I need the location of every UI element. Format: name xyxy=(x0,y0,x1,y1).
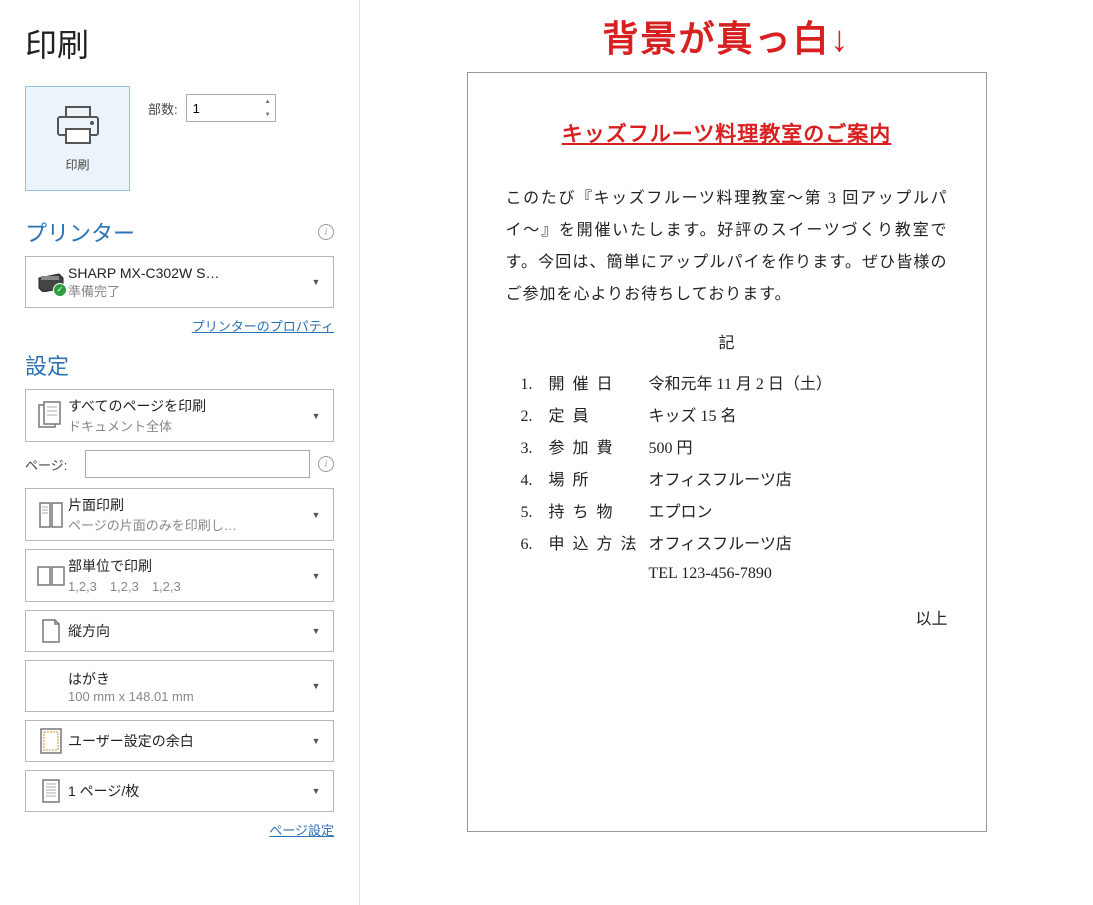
pages-icon xyxy=(34,401,68,431)
pages-label: ページ: xyxy=(25,455,77,474)
print-range-sub: ドキュメント全体 xyxy=(68,416,307,435)
print-range-main: すべてのページを印刷 xyxy=(68,396,307,416)
paper-sub: 100 mm x 148.01 mm xyxy=(68,689,307,704)
page-setup-link[interactable]: ページ設定 xyxy=(269,823,334,838)
printer-properties-link[interactable]: プリンターのプロパティ xyxy=(192,319,334,334)
printer-device-icon: ✓ xyxy=(37,270,65,295)
chevron-down-icon: ▼ xyxy=(307,411,325,421)
info-icon[interactable]: i xyxy=(318,224,334,240)
sides-selector[interactable]: 片面印刷 ページの片面のみを印刷し… ▼ xyxy=(25,488,334,541)
chevron-down-icon: ▼ xyxy=(307,786,325,796)
print-button-label: 印刷 xyxy=(65,156,89,173)
copies-label: 部数: xyxy=(148,99,178,118)
page-title: 印刷 xyxy=(25,20,334,66)
doc-list: 1.開催日令和元年 11 月 2 日（土）2.定員キッズ 15 名3.参加費50… xyxy=(521,369,948,561)
copies-down-button[interactable]: ▼ xyxy=(261,108,275,121)
pages-per-sheet-selector[interactable]: 1 ページ/枚 ▼ xyxy=(25,770,334,812)
annotation-text: 背景が真っ白↓ xyxy=(380,10,1073,62)
printer-status: 準備完了 xyxy=(68,281,307,300)
doc-list-item: 5.持ち物エプロン xyxy=(521,497,948,529)
paper-main: はがき xyxy=(68,669,307,689)
doc-list-item: 1.開催日令和元年 11 月 2 日（土） xyxy=(521,369,948,401)
collate-icon xyxy=(34,566,68,586)
doc-tel: TEL 123-456-7890 xyxy=(649,565,948,583)
pages-input[interactable] xyxy=(85,450,310,478)
portrait-icon xyxy=(34,618,68,644)
collate-selector[interactable]: 部単位で印刷 1,2,3 1,2,3 1,2,3 ▼ xyxy=(25,549,334,602)
pages-per-sheet-main: 1 ページ/枚 xyxy=(68,781,139,801)
print-button[interactable]: 印刷 xyxy=(25,86,130,191)
doc-list-item: 3.参加費500 円 xyxy=(521,433,948,465)
margins-icon xyxy=(34,728,68,754)
printer-name: SHARP MX-C302W S… xyxy=(68,265,307,281)
doc-list-item: 4.場所オフィスフルーツ店 xyxy=(521,465,948,497)
doc-list-item: 6.申込方法オフィスフルーツ店 xyxy=(521,529,948,561)
settings-section-title: 設定 xyxy=(25,349,69,381)
single-side-icon xyxy=(34,501,68,529)
paper-selector[interactable]: はがき 100 mm x 148.01 mm ▼ xyxy=(25,660,334,712)
printer-icon xyxy=(54,105,102,148)
doc-title: キッズフルーツ料理教室のご案内 xyxy=(506,118,948,148)
chevron-down-icon: ▼ xyxy=(307,277,325,287)
sides-main: 片面印刷 xyxy=(68,495,307,515)
chevron-down-icon: ▼ xyxy=(307,510,325,520)
one-page-icon xyxy=(34,778,68,804)
collate-sub: 1,2,3 1,2,3 1,2,3 xyxy=(68,576,307,595)
orientation-main: 縦方向 xyxy=(68,621,110,641)
chevron-down-icon: ▼ xyxy=(307,736,325,746)
print-range-selector[interactable]: すべてのページを印刷 ドキュメント全体 ▼ xyxy=(25,389,334,442)
doc-ijo: 以上 xyxy=(506,605,948,629)
doc-ki: 記 xyxy=(506,329,948,353)
chevron-down-icon: ▼ xyxy=(307,626,325,636)
copies-up-button[interactable]: ▲ xyxy=(261,95,275,108)
check-badge-icon: ✓ xyxy=(53,283,67,297)
info-icon[interactable]: i xyxy=(318,456,334,472)
chevron-down-icon: ▼ xyxy=(307,571,325,581)
margins-selector[interactable]: ユーザー設定の余白 ▼ xyxy=(25,720,334,762)
doc-body: このたび『キッズフルーツ料理教室～第 3 回アップルパイ～』を開催いたします。好… xyxy=(506,183,948,311)
chevron-down-icon: ▼ xyxy=(307,681,325,691)
orientation-selector[interactable]: 縦方向 ▼ xyxy=(25,610,334,652)
doc-list-item: 2.定員キッズ 15 名 xyxy=(521,401,948,433)
print-preview: キッズフルーツ料理教室のご案内 このたび『キッズフルーツ料理教室～第 3 回アッ… xyxy=(467,72,987,832)
printer-section-title: プリンター xyxy=(25,216,135,248)
collate-main: 部単位で印刷 xyxy=(68,556,307,576)
sides-sub: ページの片面のみを印刷し… xyxy=(68,515,307,534)
margins-main: ユーザー設定の余白 xyxy=(68,731,194,751)
printer-selector[interactable]: ✓ SHARP MX-C302W S… 準備完了 ▼ xyxy=(25,256,334,308)
